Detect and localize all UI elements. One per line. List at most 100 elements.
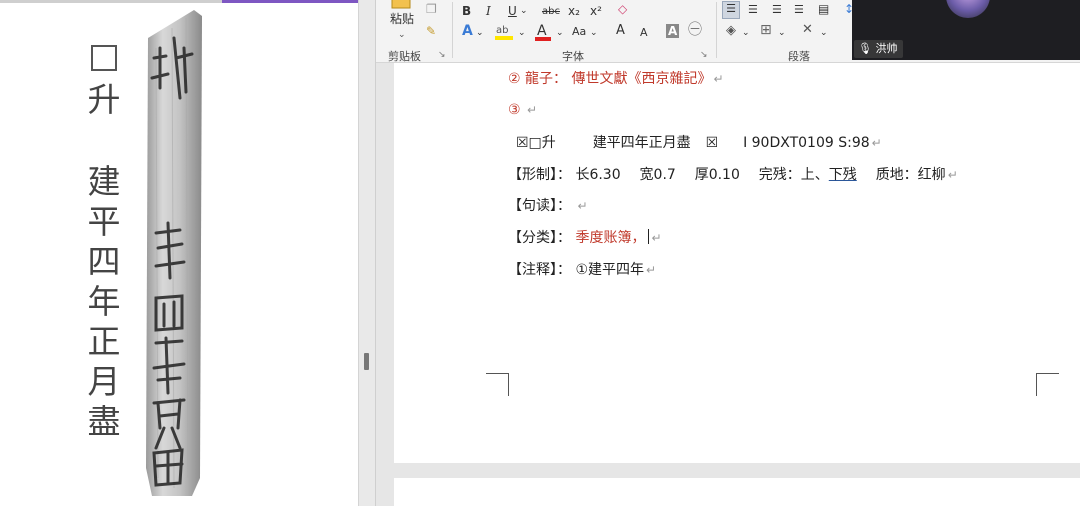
field-label: 【形制】： [508,167,571,183]
webcam-overlay: 🎙 洪帅 [852,0,1080,60]
justify-button[interactable]: ☰ [794,3,804,17]
text-effect-icon[interactable]: A [462,24,473,38]
highlight-dropdown-icon[interactable]: ⌄ [518,26,526,40]
align-center-button[interactable]: ☰ [748,3,758,17]
paragraph-mark: ↵ [947,168,958,182]
bold-button[interactable]: B [462,4,471,18]
enclosed-char-icon[interactable]: ㊀ [688,23,702,37]
distributed-align-icon[interactable]: ▤ [818,2,829,16]
doc-line-7[interactable]: 【注释】： ①建平四年 ↵ [508,260,656,280]
field-width: 宽0.7 [639,167,676,183]
superscript-button[interactable]: x² [590,4,602,18]
subscript-button[interactable]: x₂ [568,4,580,18]
character-shading-icon[interactable]: A [666,24,680,38]
paste-icon[interactable] [390,0,416,10]
transcription-char: 升 [87,80,121,119]
shading-dropdown-icon[interactable]: ⌄ [742,26,750,40]
wooden-slip-photo [146,10,202,496]
underline-button[interactable]: U [508,4,517,18]
field-completeness-underlined: 下残 [828,167,857,183]
borders-dropdown-icon[interactable]: ⌄ [778,26,786,40]
webcam-user-name: 洪帅 [875,42,898,55]
doc-line-5[interactable]: 【句读】： ↵ [508,196,588,216]
chinese-layout-dropdown-icon[interactable]: ⌄ [820,26,828,40]
paste-button[interactable]: 粘贴 [390,12,414,26]
image-viewer: 升 建 平 四 年 正 月 盡 [0,0,360,506]
transcription-char: 年 [87,282,121,321]
word-window: 粘贴 ⌄ ❐ ✎ 剪贴板 ↘ B I U ⌄ abc x₂ x² ◇ A ⌄ a… [376,0,1080,506]
font-launcher-icon[interactable]: ↘ [700,48,708,62]
paragraph-mark: ↵ [713,72,724,86]
transcription-char: 盡 [87,402,121,441]
classification-value: 季度账簿， [575,230,646,246]
field-material: 质地：红柳 [875,167,946,183]
borders-icon[interactable]: ⊞ [760,23,772,37]
page-margin-corner-right [1036,373,1059,396]
paragraph-mark: ↵ [651,231,662,245]
page-margin-corner-left [486,373,509,396]
missing-char-box [91,45,117,71]
font-color-dropdown-icon[interactable]: ⌄ [556,26,564,40]
clipboard-group-label: 剪贴板 [388,50,421,63]
entry-text: 傳世文獻《西京雜記》 [571,71,712,87]
clear-formatting-icon[interactable]: ◇ [618,2,627,16]
webcam-video [946,0,990,18]
shrink-font-button[interactable]: A [640,26,648,40]
doc-line-6[interactable]: 【分类】： 季度账簿， ↵ [508,228,662,248]
doc-line-2[interactable]: ③ ↵ [508,100,537,120]
underline-dropdown-icon[interactable]: ⌄ [520,4,528,18]
paragraph-mark: ↵ [871,136,882,150]
slip-transcription: 升 建 平 四 年 正 月 盡 [84,40,124,442]
paragraph-mark: ↵ [646,263,657,277]
transcription-char: 平 [87,202,121,241]
transcription-char: 月 [87,362,121,401]
change-case-dropdown-icon[interactable]: ⌄ [590,26,598,40]
slip-reference: Ⅰ 90DXT0109 S:98 [743,135,870,151]
svg-text:ab: ab [496,25,508,36]
slip-header-text: ☒□升 [516,135,556,151]
doc-line-4[interactable]: 【形制】： 长6.30 宽0.7 厚0.10 完残：上、下残 质地：红柳 ↵ [508,165,958,185]
slip-title: 建平四年正月盡 [592,135,691,151]
annotation-value: ①建平四年 [575,262,645,278]
copy-icon[interactable]: ❐ [426,2,437,16]
paragraph-group-label: 段落 [788,50,810,63]
format-painter-icon[interactable]: ✎ [426,24,436,38]
align-left-button[interactable]: ☰ [722,1,740,19]
next-document-page[interactable] [394,478,1080,506]
viewer-top-accent [222,0,360,3]
transcription-char: 正 [87,322,121,361]
highlight-color-icon[interactable]: ab [494,22,516,42]
field-label: 【注释】： [508,262,571,278]
list-number: ② [508,71,521,87]
entry-label: 龍子： [525,71,568,87]
strikethrough-button[interactable]: abc [542,5,560,19]
chinese-layout-icon[interactable]: ✕ [802,23,813,37]
doc-line-1[interactable]: ② 龍子： 傳世文獻《西京雜記》 ↵ [508,69,724,89]
paste-dropdown-icon[interactable]: ⌄ [398,28,406,42]
ribbon-home: 粘贴 ⌄ ❐ ✎ 剪贴板 ↘ B I U ⌄ abc x₂ x² ◇ A ⌄ a… [376,0,1080,63]
grow-font-button[interactable]: A [616,24,625,38]
shading-icon[interactable]: ◈ [726,24,736,38]
viewer-top-bar [0,0,222,3]
document-area[interactable]: ② 龍子： 傳世文獻《西京雜記》 ↵ ③ ↵ ☒□升 建平四年正月盡 ☒ Ⅰ 90… [376,63,1080,506]
transcription-char: 四 [87,242,121,281]
field-length: 长6.30 [575,167,621,183]
list-number: ③ [508,102,521,118]
change-case-button[interactable]: Aa [572,25,586,39]
svg-text:A: A [537,23,547,39]
italic-button[interactable]: I [486,4,491,18]
align-right-button[interactable]: ☰ [772,3,782,17]
document-page[interactable]: ② 龍子： 傳世文獻《西京雜記》 ↵ ③ ↵ ☒□升 建平四年正月盡 ☒ Ⅰ 90… [394,63,1080,463]
font-color-icon[interactable]: A [534,22,552,42]
field-thickness: 厚0.10 [694,167,740,183]
pane-splitter[interactable] [358,0,376,506]
field-completeness: 完残：上、 [758,167,829,183]
clipboard-launcher-icon[interactable]: ↘ [438,48,446,62]
text-effect-dropdown-icon[interactable]: ⌄ [476,26,484,40]
text-cursor [648,229,650,244]
splitter-grip-handle[interactable] [364,353,369,370]
slip-symbol: ☒ [705,135,719,151]
webcam-name-tag: 🎙 洪帅 [854,40,904,58]
doc-line-3[interactable]: ☒□升 建平四年正月盡 ☒ Ⅰ 90DXT0109 S:98 ↵ [516,133,882,153]
transcription-char: 建 [87,162,121,201]
